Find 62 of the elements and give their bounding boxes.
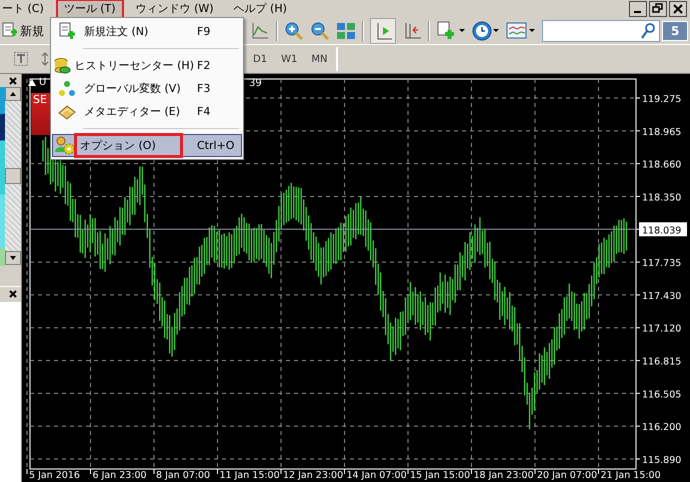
close-icon[interactable] <box>9 290 17 298</box>
database-icon <box>53 56 72 74</box>
price-label: 118.660 <box>642 160 682 171</box>
menu-item[interactable]: グローバル変数 (V) F3 <box>52 77 242 100</box>
zoom-in-icon[interactable] <box>284 21 304 41</box>
price-label: 117.430 <box>642 290 682 302</box>
price-label: 118.965 <box>642 126 682 138</box>
zoom-out-icon[interactable] <box>310 21 330 41</box>
sell-button[interactable]: SE <box>31 93 50 135</box>
menu-bar-item[interactable]: ウィンドウ (W) <box>128 0 222 19</box>
auto-scroll-icon[interactable] <box>370 18 396 44</box>
time-label: 5 Jan 2016 <box>29 470 80 481</box>
time-label: 12 Jan 23:00 <box>283 470 344 481</box>
timeframe-button[interactable]: D1 <box>250 54 270 64</box>
time-label: 11 Jan 15:00 <box>220 470 280 481</box>
price-label: 115.890 <box>642 455 682 466</box>
menu-item[interactable]: オプション (O) Ctrl+O <box>52 134 242 157</box>
scroll-up-icon[interactable] <box>5 87 21 101</box>
menu-item[interactable]: ヒストリーセンター (H) F2 <box>52 54 242 77</box>
tile-windows-icon[interactable] <box>336 21 356 41</box>
scrollbar[interactable] <box>5 87 21 265</box>
notebook-icon <box>57 102 77 120</box>
menu-bar-item[interactable]: ヘルプ (H) <box>226 0 295 19</box>
time-label: 14 Jan 07:00 <box>346 470 407 481</box>
time-label: 15 Jan 15:00 <box>410 470 470 481</box>
collapse-icon[interactable] <box>28 79 36 86</box>
close-icon[interactable] <box>669 1 687 17</box>
dots-icon <box>58 80 76 98</box>
new-order-button[interactable]: 新規 <box>0 20 46 42</box>
new-document-icon <box>58 22 76 42</box>
price-label: 119.275 <box>642 94 682 105</box>
search-icon[interactable] <box>641 23 655 39</box>
new-chart-dropdown-icon[interactable] <box>436 20 466 42</box>
menu-bar-item[interactable]: ート (C) <box>0 0 52 19</box>
restore-icon[interactable] <box>649 1 667 17</box>
time-label: 6 Jan 23:00 <box>92 470 147 481</box>
time-label: 20 Jan 07:00 <box>537 470 598 481</box>
arrow-tool-icon[interactable] <box>40 52 50 66</box>
price-label: 117.735 <box>642 258 682 270</box>
time-label: 18 Jan 23:00 <box>474 470 534 481</box>
line-chart-icon[interactable] <box>250 21 270 41</box>
timeframe-button[interactable]: W1 <box>278 54 300 64</box>
time-label: 8 Jan 07:00 <box>156 470 210 481</box>
message-badge[interactable]: 5 <box>662 21 688 41</box>
timeframe-button[interactable]: MN <box>308 54 330 64</box>
scroll-thumb[interactable] <box>5 168 21 184</box>
price-label: 118.350 <box>642 192 682 204</box>
menu-item[interactable]: メタエディター (E) F4 <box>52 100 242 123</box>
text-tool-icon[interactable] <box>14 52 28 66</box>
current-price-label: 118.039 <box>639 222 687 236</box>
time-label: 21 Jan 15:00 <box>600 470 661 481</box>
price-label: 116.200 <box>642 422 682 434</box>
clock-dropdown-icon[interactable] <box>472 20 500 42</box>
scroll-down-icon[interactable] <box>5 251 21 265</box>
search-field[interactable] <box>542 20 660 42</box>
price-label: 117.120 <box>642 324 682 335</box>
price-label: 116.505 <box>642 389 682 400</box>
users-gear-icon <box>54 136 76 156</box>
menu-item[interactable]: 新規注文 (N) F9 <box>52 20 242 43</box>
price-label: 116.815 <box>642 356 682 368</box>
close-icon[interactable] <box>9 77 17 85</box>
minimize-icon[interactable] <box>629 1 647 17</box>
